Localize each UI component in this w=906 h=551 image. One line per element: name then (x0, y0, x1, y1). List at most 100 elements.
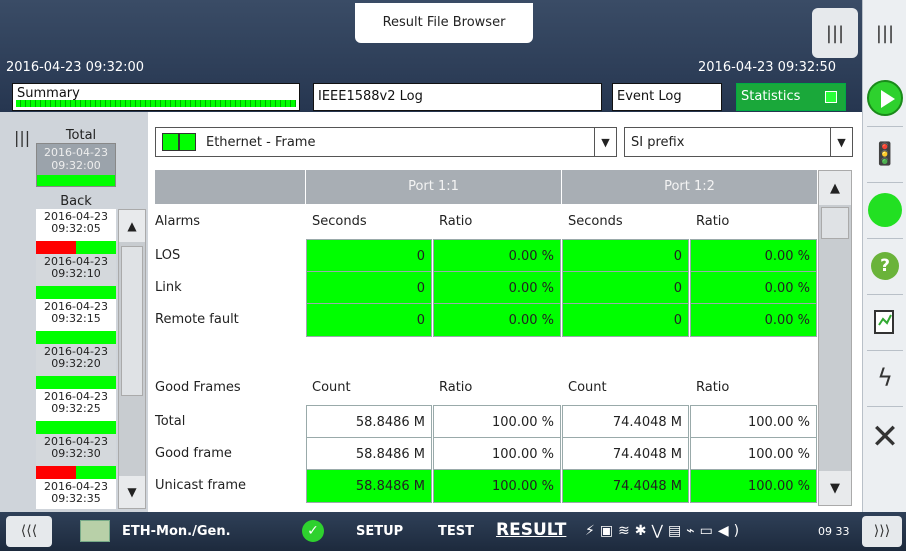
cell-value: 58.8486 M (306, 469, 432, 503)
tab-summary-label: Summary (17, 86, 80, 101)
total-status-bar (37, 175, 115, 186)
nav-test[interactable]: TEST (438, 524, 474, 539)
row-label: Unicast frame (155, 478, 247, 493)
layer-select[interactable]: Ethernet - Frame ▼ (155, 127, 617, 157)
table-row: Total 58.8486 M 100.00 % 74.4048 M 100.0… (155, 405, 817, 439)
total-timestamp: 2016-04-23 09:32:00 (44, 146, 108, 172)
column-header: Count (568, 380, 607, 395)
history-item[interactable]: 2016-04-23 09:32:20 (36, 344, 116, 389)
cell-value: 0 (562, 239, 689, 273)
history-status-bar (36, 466, 116, 479)
left-panel-toggle-icon[interactable]: ⟨⟨⟨ (6, 516, 52, 547)
history-status-bar (36, 331, 116, 344)
tab-event-log[interactable]: Event Log (612, 83, 722, 111)
event-trigger-button[interactable]: ϟ (863, 356, 906, 400)
cell-value: 0.00 % (433, 303, 561, 337)
right-toolbar: ||| 🚦 ? ϟ ✕ (862, 0, 906, 551)
scroll-up-icon[interactable]: ▲ (119, 210, 145, 242)
status-led-icon (868, 193, 902, 227)
start-timestamp: 2016-04-23 09:32:00 (6, 60, 145, 75)
history-item[interactable]: 2016-04-23 09:32:15 (36, 299, 116, 344)
nav-result[interactable]: RESULT (496, 520, 566, 540)
cell-value: 0 (562, 303, 689, 337)
column-header: Ratio (439, 214, 473, 229)
led-status-button[interactable] (863, 188, 906, 232)
module-icon[interactable] (80, 520, 110, 542)
history-item[interactable]: 2016-04-23 09:32:30 (36, 434, 116, 479)
table-header-blank (155, 170, 305, 204)
section-title: Good Frames (155, 380, 241, 395)
table-row: LOS 0 0.00 % 0 0.00 % (155, 239, 817, 273)
row-label: LOS (155, 248, 181, 263)
cell-value: 58.8486 M (306, 437, 432, 471)
play-icon (867, 80, 903, 116)
cell-value: 100.00 % (690, 405, 817, 439)
cell-value: 74.4048 M (562, 437, 689, 471)
table-row: Remote fault 0 0.00 % 0 0.00 % (155, 303, 817, 337)
port-2-header: Port 1:2 (562, 170, 817, 204)
report-button[interactable] (863, 300, 906, 344)
total-result-item[interactable]: 2016-04-23 09:32:00 (36, 143, 116, 187)
layer-select-value: Ethernet - Frame (206, 134, 316, 150)
lightning-icon: ϟ (877, 364, 893, 392)
tab-ieee1588v2-log[interactable]: IEEE1588v2 Log (313, 83, 602, 111)
scroll-up-icon[interactable]: ▲ (819, 171, 851, 205)
cell-value: 58.8486 M (306, 405, 432, 439)
column-header: Seconds (312, 214, 367, 229)
cell-value: 100.00 % (433, 469, 561, 503)
scroll-thumb[interactable] (821, 207, 849, 239)
tab-summary[interactable]: Summary (12, 83, 300, 111)
start-test-button[interactable] (863, 76, 906, 120)
system-tray-icons[interactable]: ⚡▣≋✱⋁▤⌁▭◀) (585, 523, 744, 539)
column-header: Ratio (696, 380, 730, 395)
history-list: 2016-04-23 09:32:05 2016-04-23 09:32:10 … (36, 209, 116, 509)
total-label: Total (65, 128, 97, 143)
cell-value: 100.00 % (433, 405, 561, 439)
column-header: Count (312, 380, 351, 395)
row-label: Good frame (155, 446, 232, 461)
scroll-thumb[interactable] (121, 246, 143, 396)
tab-statistics-label: Statistics (741, 89, 801, 104)
good-frames-header-row: Good Frames Count Ratio Count Ratio (155, 371, 817, 405)
cell-value: 0 (306, 303, 432, 337)
cell-value: 74.4048 M (562, 469, 689, 503)
history-item[interactable]: 2016-04-23 09:32:35 (36, 479, 116, 509)
panel-handle-icon[interactable]: ||| (863, 8, 906, 58)
history-status-bar (36, 241, 116, 254)
tab-statistics[interactable]: Statistics (736, 83, 846, 111)
history-panel-handle-icon[interactable]: ||| (14, 128, 30, 147)
unit-select[interactable]: SI prefix ▼ (624, 127, 853, 157)
traffic-light-icon[interactable]: 🚦 (863, 132, 906, 176)
history-item[interactable]: 2016-04-23 09:32:10 (36, 254, 116, 299)
module-name[interactable]: ETH-Mon./Gen. (122, 524, 231, 539)
row-label: Total (155, 414, 186, 429)
close-icon: ✕ (870, 417, 900, 457)
history-status-bar (36, 421, 116, 434)
row-label: Link (155, 280, 182, 295)
close-button[interactable]: ✕ (863, 412, 906, 462)
section-title: Alarms (155, 214, 201, 229)
bottom-bar: ⟨⟨⟨ ETH-Mon./Gen. ✓ SETUP TEST RESULT ⚡▣… (0, 512, 906, 551)
cell-value: 0.00 % (433, 271, 561, 305)
port-status-icon (162, 133, 196, 151)
chevron-down-icon: ▼ (594, 128, 616, 156)
history-item[interactable]: 2016-04-23 09:32:25 (36, 389, 116, 434)
statistics-led-icon (825, 91, 837, 103)
scroll-down-icon[interactable]: ▼ (819, 471, 851, 505)
window-title: Result File Browser (355, 3, 533, 43)
port-1-header: Port 1:1 (306, 170, 561, 204)
table-scrollbar[interactable]: ▲ ▼ (818, 170, 852, 506)
scroll-down-icon[interactable]: ▼ (119, 476, 145, 508)
right-panel-toggle-icon[interactable]: ⟩⟩⟩ (862, 516, 902, 547)
help-button[interactable]: ? (863, 244, 906, 288)
table-row: Link 0 0.00 % 0 0.00 % (155, 271, 817, 305)
cell-value: 0.00 % (690, 271, 817, 305)
history-item[interactable]: 2016-04-23 09:32:05 (36, 209, 116, 254)
cell-value: 100.00 % (690, 437, 817, 471)
help-icon: ? (871, 252, 899, 280)
summary-timeline-bar (16, 100, 296, 107)
nav-setup[interactable]: SETUP (356, 524, 403, 539)
cell-value: 0.00 % (433, 239, 561, 273)
history-scrollbar[interactable]: ▲ ▼ (118, 209, 146, 509)
top-panel-handle-icon[interactable]: ||| (812, 8, 858, 58)
